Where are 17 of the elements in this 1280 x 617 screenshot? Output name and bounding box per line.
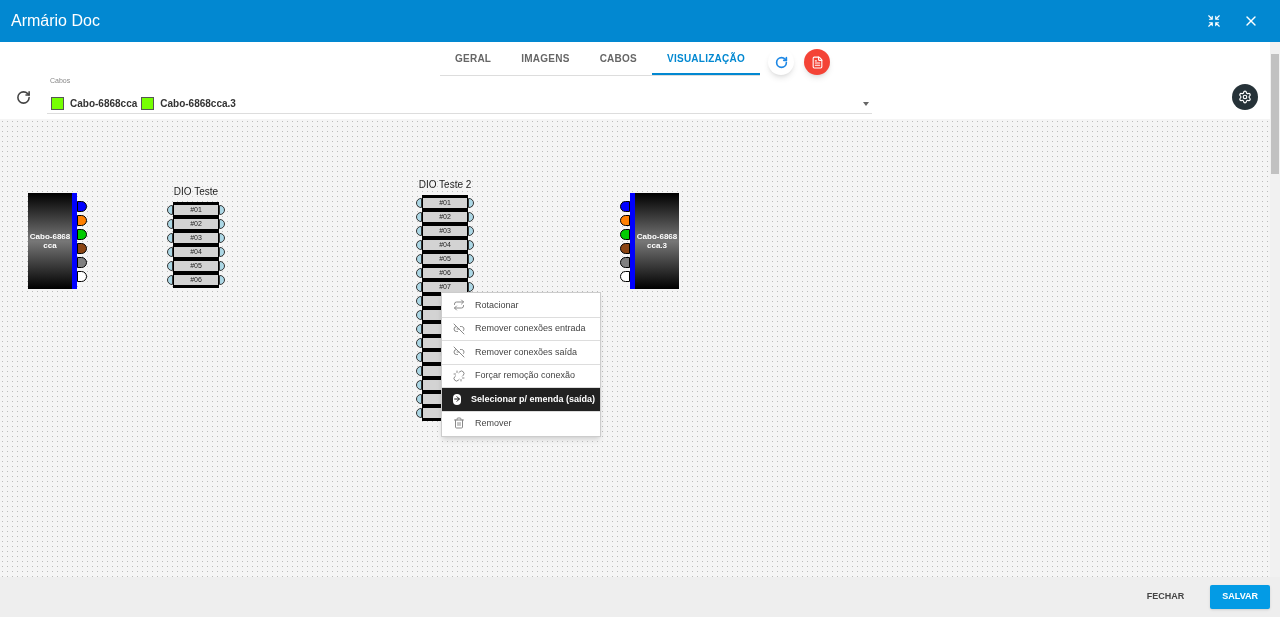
menu-item[interactable]: Remover conexões saída bbox=[442, 341, 600, 365]
tab[interactable]: GERAL bbox=[439, 43, 507, 75]
footer-button[interactable]: FECHAR bbox=[1134, 585, 1197, 609]
menu-item[interactable]: Selecionar p/ emenda (saída) bbox=[442, 388, 600, 412]
tab[interactable]: IMAGENS bbox=[506, 43, 585, 75]
chip-label: Cabo-6868cca.3 bbox=[160, 97, 236, 111]
tab[interactable]: CABOS bbox=[584, 43, 652, 75]
cable-node[interactable]: Cabo-6868 cca.3 bbox=[635, 193, 679, 289]
dio-title: DIO Teste 2 bbox=[418, 178, 472, 192]
dio-title: DIO Teste bbox=[173, 185, 219, 199]
menu-item[interactable]: Rotacionar bbox=[442, 294, 600, 318]
menu-item[interactable]: Remover conexões entrada bbox=[442, 317, 600, 341]
cable-node[interactable]: Cabo-6868 cca bbox=[28, 193, 72, 289]
menu-item[interactable]: Remover bbox=[442, 411, 600, 435]
window-title: Armário Doc bbox=[11, 11, 101, 31]
chip-label: Cabo-6868cca bbox=[70, 97, 138, 111]
tab[interactable]: VISUALIZAÇÃO bbox=[652, 43, 760, 75]
